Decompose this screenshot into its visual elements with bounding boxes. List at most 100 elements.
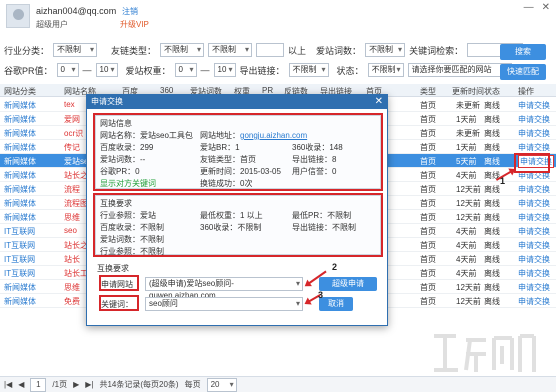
row-status: 离线 bbox=[484, 269, 500, 278]
row-apply-action[interactable]: 申请交换 bbox=[518, 212, 550, 223]
row-site-name: 流程 bbox=[64, 185, 80, 194]
row-category: IT互联网 bbox=[4, 255, 36, 264]
row-status: 离线 bbox=[484, 157, 500, 166]
row-status: 离线 bbox=[484, 199, 500, 208]
industry-select[interactable]: 不限制 bbox=[53, 43, 98, 57]
row-status: 离线 bbox=[484, 241, 500, 250]
status-label: 状态： bbox=[336, 65, 364, 76]
logout-link[interactable]: 注销 bbox=[122, 6, 138, 17]
close-window-icon[interactable]: ✕ bbox=[542, 2, 550, 13]
exchange-dialog: 申请交换 ✕ 网站信息 网站名称：爱站seo工具包 网站地址：gongju.ai… bbox=[86, 94, 388, 326]
row-type: 首页 bbox=[420, 143, 436, 152]
row-category: 新闻媒体 bbox=[4, 101, 36, 110]
row-update-time: 未更新 bbox=[456, 101, 480, 110]
row-apply-action[interactable]: 申请交换 bbox=[518, 114, 550, 125]
row-update-time: 12天前 bbox=[456, 213, 481, 222]
status-select[interactable]: 不限制 bbox=[367, 63, 404, 77]
industry-label: 行业分类： bbox=[4, 45, 50, 56]
row-status: 离线 bbox=[484, 101, 500, 110]
watermark-logo-icon bbox=[434, 334, 536, 372]
col-type: 类型 bbox=[420, 87, 436, 96]
row-type: 首页 bbox=[420, 213, 436, 222]
row-apply-action[interactable]: 申请交换 bbox=[518, 142, 550, 153]
words-select[interactable]: 不限制 bbox=[365, 43, 406, 57]
row-update-time: 12天前 bbox=[456, 185, 481, 194]
match-site-select[interactable]: 请选择你要匹配的网站 bbox=[407, 63, 512, 77]
filter-row-1: 行业分类： 不限制 友链类型： 不限制 不限制 以上 爱站词数： 不限制 关键词… bbox=[4, 42, 524, 58]
col-status: 状态 bbox=[484, 87, 500, 96]
pr-max-stepper[interactable]: 10 bbox=[95, 63, 118, 77]
br-label: 爱站权重： bbox=[125, 65, 171, 76]
row-category: 新闻媒体 bbox=[4, 115, 36, 124]
row-apply-action[interactable]: 申请交换 bbox=[518, 226, 550, 237]
row-site-name: tex bbox=[64, 100, 75, 109]
prev-page-icon[interactable]: ◀ bbox=[18, 380, 24, 389]
row-update-time: 未更新 bbox=[456, 129, 480, 138]
top-header: aizhan004@qq.com 超级用户 注销 升级VIP — ✕ bbox=[0, 0, 556, 36]
export-select[interactable]: 不限制 bbox=[288, 63, 329, 77]
row-site-name: 思维 bbox=[64, 213, 80, 222]
last-page-icon[interactable]: ▶| bbox=[85, 380, 93, 389]
row-type: 首页 bbox=[420, 227, 436, 236]
row-site-name: 传记 bbox=[64, 143, 80, 152]
row-apply-action[interactable]: 申请交换 bbox=[518, 268, 550, 279]
row-status: 离线 bbox=[484, 143, 500, 152]
row-type: 首页 bbox=[420, 255, 436, 264]
annotation-box-site-info bbox=[93, 113, 383, 191]
row-type: 首页 bbox=[420, 171, 436, 180]
row-site-name: 免费 bbox=[64, 297, 80, 306]
friendlink-select[interactable]: 不限制 bbox=[160, 43, 205, 57]
search-button[interactable]: 搜索 bbox=[500, 44, 546, 60]
upgrade-vip-link[interactable]: 升级VIP bbox=[120, 19, 149, 30]
first-page-icon[interactable]: |◀ bbox=[4, 380, 12, 389]
export-label: 导出链接： bbox=[239, 65, 285, 76]
row-apply-action[interactable]: 申请交换 bbox=[518, 100, 550, 111]
dialog-close-icon[interactable]: ✕ bbox=[375, 95, 383, 109]
record-summary: 共14条记录(每页20条) bbox=[99, 380, 179, 389]
filter-panel: 行业分类： 不限制 友链类型： 不限制 不限制 以上 爱站词数： 不限制 关键词… bbox=[0, 40, 556, 82]
apply-keyword-select[interactable]: seo顾问 bbox=[145, 297, 303, 311]
row-status: 离线 bbox=[484, 115, 500, 124]
row-category: IT互联网 bbox=[4, 241, 36, 250]
row-site-name: 爱网 bbox=[64, 115, 80, 124]
row-type: 首页 bbox=[420, 157, 436, 166]
minimize-icon[interactable]: — bbox=[524, 2, 534, 13]
baidu-select[interactable]: 不限制 bbox=[208, 43, 253, 57]
next-page-icon[interactable]: ▶ bbox=[73, 380, 79, 389]
row-apply-action[interactable]: 申请交换 bbox=[518, 296, 550, 307]
quick-match-button[interactable]: 快速匹配 bbox=[500, 64, 546, 80]
row-apply-action[interactable]: 申请交换 bbox=[518, 240, 550, 251]
row-site-name: 流程图 bbox=[64, 199, 88, 208]
row-update-time: 4天前 bbox=[456, 255, 477, 264]
row-status: 离线 bbox=[484, 185, 500, 194]
cancel-button[interactable]: 取消 bbox=[319, 297, 353, 311]
annotation-box-site-label bbox=[99, 275, 139, 291]
row-update-time: 12天前 bbox=[456, 283, 481, 292]
row-category: IT互联网 bbox=[4, 269, 36, 278]
br-max-stepper[interactable]: 10 bbox=[213, 63, 236, 77]
friendlink-label: 友链类型： bbox=[111, 45, 157, 56]
row-category: 新闻媒体 bbox=[4, 157, 36, 166]
page-input[interactable]: 1 bbox=[30, 377, 47, 392]
row-update-time: 5天前 bbox=[456, 157, 477, 166]
annotation-number-3: 3 bbox=[318, 290, 324, 300]
row-status: 离线 bbox=[484, 227, 500, 236]
row-update-time: 4天前 bbox=[456, 171, 477, 180]
row-apply-action[interactable]: 申请交换 bbox=[518, 254, 550, 265]
col-category: 网站分类 bbox=[4, 87, 36, 96]
row-apply-action[interactable]: 申请交换 bbox=[518, 198, 550, 209]
apply-site-select[interactable]: (超级申请)爱站seo顾问-guwen.aizhan.com bbox=[145, 277, 303, 300]
range-dash: — bbox=[200, 65, 210, 75]
row-type: 首页 bbox=[420, 241, 436, 250]
row-update-time: 4天前 bbox=[456, 269, 477, 278]
row-status: 离线 bbox=[484, 213, 500, 222]
super-apply-button[interactable]: 超级申请 bbox=[319, 277, 377, 291]
pr-min-stepper[interactable]: 0 bbox=[56, 63, 79, 77]
br-min-stepper[interactable]: 0 bbox=[174, 63, 197, 77]
row-apply-action[interactable]: 申请交换 bbox=[518, 184, 550, 195]
row-apply-action[interactable]: 申请交换 bbox=[518, 282, 550, 293]
row-apply-action[interactable]: 申请交换 bbox=[518, 128, 550, 139]
baidu-min-input[interactable] bbox=[256, 43, 285, 57]
page-total: /1页 bbox=[52, 380, 68, 389]
per-page-select[interactable]: 20 bbox=[206, 377, 237, 392]
